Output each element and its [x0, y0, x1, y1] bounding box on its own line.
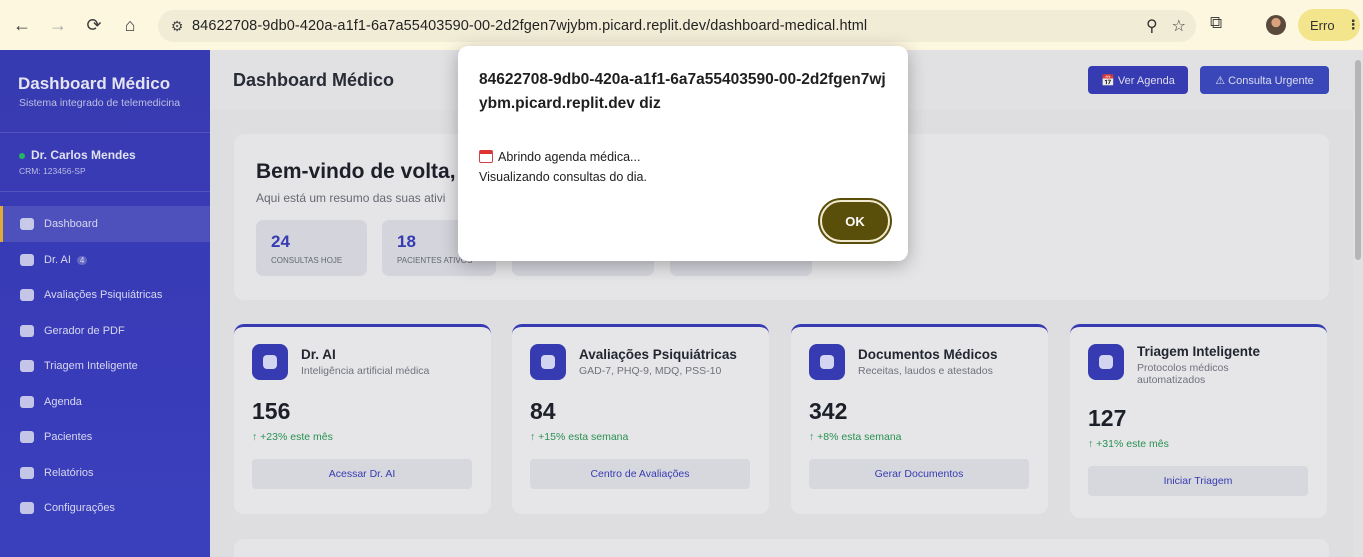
dialog-message: Abrindo agenda médica... Visualizando co… — [479, 147, 647, 187]
address-bar[interactable]: ⚙ 84622708-9db0-420a-a1f1-6a7a55403590-0… — [158, 10, 1196, 42]
calendar-icon — [479, 150, 493, 163]
error-button[interactable]: Erro ⋮ — [1298, 9, 1360, 41]
back-icon[interactable]: ← — [8, 11, 36, 39]
error-label: Erro — [1310, 17, 1335, 33]
profile-avatar[interactable] — [1266, 15, 1286, 35]
dialog-line-2: Visualizando consultas do dia. — [479, 170, 647, 184]
browser-toolbar: ← → ⟳ ⌂ ⚙ 84622708-9db0-420a-a1f1-6a7a55… — [0, 0, 1363, 50]
dialog-line-1: Abrindo agenda médica... — [498, 150, 641, 164]
home-icon[interactable]: ⌂ — [116, 11, 144, 39]
extensions-icon[interactable]: ⧉ — [1210, 13, 1222, 33]
kebab-menu-icon[interactable]: ⋮ — [1347, 17, 1360, 33]
bookmark-star-icon[interactable]: ☆ — [1172, 16, 1186, 36]
ok-button[interactable]: OK — [820, 200, 890, 242]
alert-dialog: 84622708-9db0-420a-a1f1-6a7a55403590-00-… — [458, 46, 908, 261]
forward-icon[interactable]: → — [44, 11, 72, 39]
dialog-origin: 84622708-9db0-420a-a1f1-6a7a55403590-00-… — [479, 71, 886, 112]
url-text[interactable]: 84622708-9db0-420a-a1f1-6a7a55403590-00-… — [192, 18, 867, 34]
reload-icon[interactable]: ⟳ — [80, 11, 108, 39]
site-info-icon[interactable]: ⚙ — [162, 18, 192, 35]
zoom-icon[interactable]: ⚲ — [1146, 16, 1158, 36]
